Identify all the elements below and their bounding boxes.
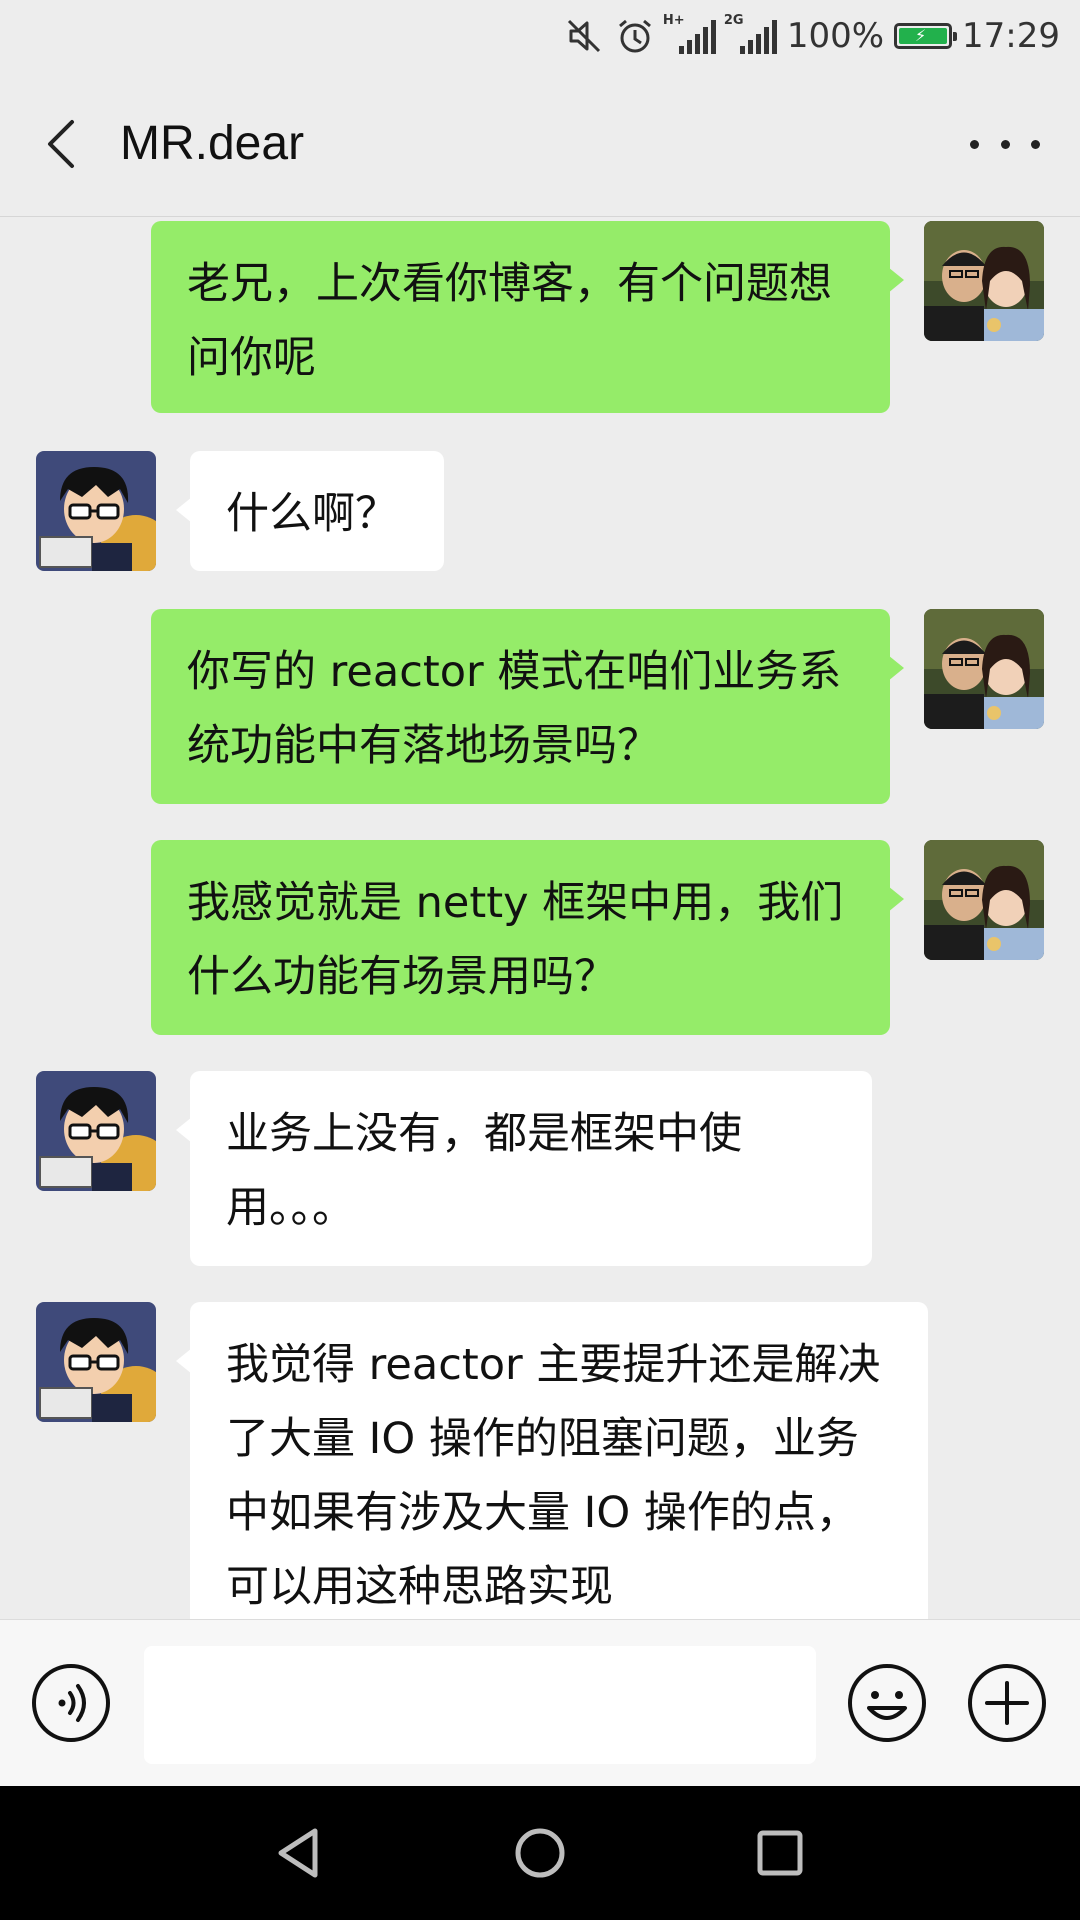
network-type-label: H+ bbox=[662, 13, 685, 28]
battery-percent: 100% bbox=[786, 16, 885, 56]
alarm-icon bbox=[618, 19, 651, 53]
emoji-icon[interactable] bbox=[846, 1662, 928, 1744]
message-bubble-received[interactable]: 我觉得 reactor 主要提升还是解决了大量 IO 操作的阻塞问题，业务中如果… bbox=[176, 1302, 928, 1619]
message-text: 什么啊？ bbox=[226, 489, 398, 539]
avatar[interactable] bbox=[36, 451, 156, 571]
message-input[interactable] bbox=[144, 1646, 816, 1764]
signal-icon: H+ bbox=[663, 14, 716, 54]
avatar[interactable] bbox=[36, 1302, 156, 1422]
message-text: 业务上没有，都是框架中使用。。。 bbox=[226, 1109, 742, 1233]
avatar[interactable] bbox=[924, 609, 1044, 729]
system-nav-bar bbox=[0, 1786, 1080, 1920]
status-time: 17:29 bbox=[962, 16, 1060, 56]
message-bubble-sent[interactable]: 我感觉就是 netty 框架中用，我们什么功能有场景用吗？ bbox=[151, 840, 904, 1035]
chat-header: MR.dear bbox=[0, 72, 1080, 217]
avatar[interactable] bbox=[924, 221, 1044, 341]
more-icon[interactable] bbox=[970, 122, 1040, 166]
avatar[interactable] bbox=[924, 840, 1044, 960]
nav-recent-apps-icon[interactable] bbox=[748, 1821, 812, 1885]
plus-icon[interactable] bbox=[966, 1662, 1048, 1744]
message-text: 你写的 reactor 模式在咱们业务系统功能中有落地场景吗？ bbox=[187, 647, 842, 771]
mute-icon bbox=[567, 19, 600, 53]
message-bubble-received[interactable]: 业务上没有，都是框架中使用。。。 bbox=[176, 1071, 872, 1266]
battery-icon: ⚡ bbox=[894, 23, 958, 49]
message-bubble-received[interactable]: 什么啊？ bbox=[176, 451, 444, 571]
message-list[interactable]: 老兄，上次看你博客，有个问题想问你呢 什么啊？ 你写的 reactor 模式在咱… bbox=[0, 217, 1080, 1619]
input-bar bbox=[0, 1619, 1080, 1787]
avatar[interactable] bbox=[36, 1071, 156, 1191]
nav-home-icon[interactable] bbox=[508, 1821, 572, 1885]
message-bubble-sent[interactable]: 老兄，上次看你博客，有个问题想问你呢 bbox=[151, 221, 904, 413]
message-text: 老兄，上次看你博客，有个问题想问你呢 bbox=[187, 259, 832, 383]
chat-title: MR.dear bbox=[120, 117, 305, 170]
voice-icon[interactable] bbox=[30, 1662, 112, 1744]
nav-back-icon[interactable] bbox=[267, 1821, 331, 1885]
chevron-left-icon[interactable] bbox=[36, 114, 96, 174]
message-bubble-sent[interactable]: 你写的 reactor 模式在咱们业务系统功能中有落地场景吗？ bbox=[151, 609, 904, 804]
message-text: 我感觉就是 netty 框架中用，我们什么功能有场景用吗？ bbox=[187, 878, 844, 1002]
status-bar: H+ 2G 100% ⚡ 17:29 bbox=[0, 0, 1080, 72]
message-text: 我觉得 reactor 主要提升还是解决了大量 IO 操作的阻塞问题，业务中如果… bbox=[226, 1340, 881, 1612]
signal-icon: 2G bbox=[724, 14, 777, 54]
network-type-label: 2G bbox=[723, 13, 744, 28]
